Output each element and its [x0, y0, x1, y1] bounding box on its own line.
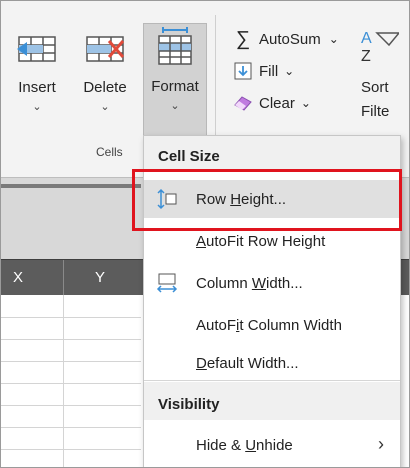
chevron-down-icon: ⌄	[284, 64, 295, 78]
grid-line	[1, 317, 141, 318]
svg-text:Z: Z	[361, 48, 371, 65]
fill-down-icon	[233, 61, 253, 81]
autofit-row-height-label: AutoFit Row Height	[196, 232, 326, 250]
fill-button[interactable]: Fill ⌄	[233, 61, 294, 81]
column-header-x[interactable]: X	[13, 269, 23, 286]
clear-button[interactable]: Clear ⌄	[233, 93, 311, 113]
cells-group-label: Cells	[96, 145, 123, 159]
sigma-icon: ∑	[235, 27, 251, 50]
insert-label: Insert	[18, 79, 56, 96]
column-separator[interactable]	[63, 260, 64, 296]
autosum-button[interactable]: ∑ AutoSum ⌄	[233, 27, 339, 50]
excel-window: Insert ⌄ Delete ⌄ Format ⌄ Cells ∑ AutoS…	[0, 0, 410, 468]
grid-line	[1, 405, 141, 406]
chevron-down-icon: ⌄	[170, 100, 180, 112]
hide-unhide-item[interactable]: Hide & Unhide ›	[144, 426, 400, 464]
column-header-y[interactable]: Y	[95, 269, 105, 286]
grid-line	[1, 361, 141, 362]
format-label: Format	[151, 78, 199, 95]
autofit-column-width-label: AutoFit Column Width	[196, 316, 342, 334]
autofit-column-width-item[interactable]: AutoFit Column Width	[144, 306, 400, 344]
clear-label: Clear	[259, 94, 295, 112]
chevron-down-icon: ⌄	[32, 101, 42, 113]
column-width-item[interactable]: Column Width...	[144, 264, 400, 302]
grid-line	[1, 339, 141, 340]
format-cells-icon	[158, 27, 192, 65]
default-width-label: Default Width...	[196, 354, 299, 372]
insert-cells-icon	[17, 36, 56, 62]
grid-line	[1, 449, 141, 450]
delete-label: Delete	[83, 79, 127, 96]
svg-text:A: A	[361, 30, 372, 47]
insert-button[interactable]: Insert ⌄	[7, 25, 67, 133]
chevron-down-icon: ⌄	[328, 32, 339, 46]
default-width-item[interactable]: Default Width...	[144, 344, 400, 382]
divider	[1, 184, 141, 188]
eraser-icon	[233, 93, 253, 113]
delete-button[interactable]: Delete ⌄	[71, 25, 139, 133]
grid-line	[1, 427, 141, 428]
fill-label: Fill	[259, 62, 279, 80]
chevron-right-icon: ›	[378, 434, 384, 454]
menu-divider	[144, 380, 400, 381]
column-width-icon	[156, 272, 178, 294]
chevron-down-icon: ⌄	[100, 101, 110, 113]
hide-unhide-label: Hide & Unhide	[196, 436, 293, 454]
visibility-heading: Visibility	[144, 382, 400, 420]
sort-az-icon: A Z	[361, 30, 399, 65]
annotation-highlight-box	[132, 169, 402, 231]
autosum-label: AutoSum	[259, 30, 321, 48]
column-width-label: Column Width...	[196, 274, 303, 292]
grid-line	[1, 383, 141, 384]
delete-cells-icon	[86, 36, 125, 62]
grid-line	[63, 295, 64, 467]
filter-label: Filte	[361, 103, 390, 120]
chevron-down-icon: ⌄	[300, 96, 311, 110]
cell-size-heading: Cell Size	[144, 136, 400, 172]
sort-label: Sort	[361, 79, 389, 96]
